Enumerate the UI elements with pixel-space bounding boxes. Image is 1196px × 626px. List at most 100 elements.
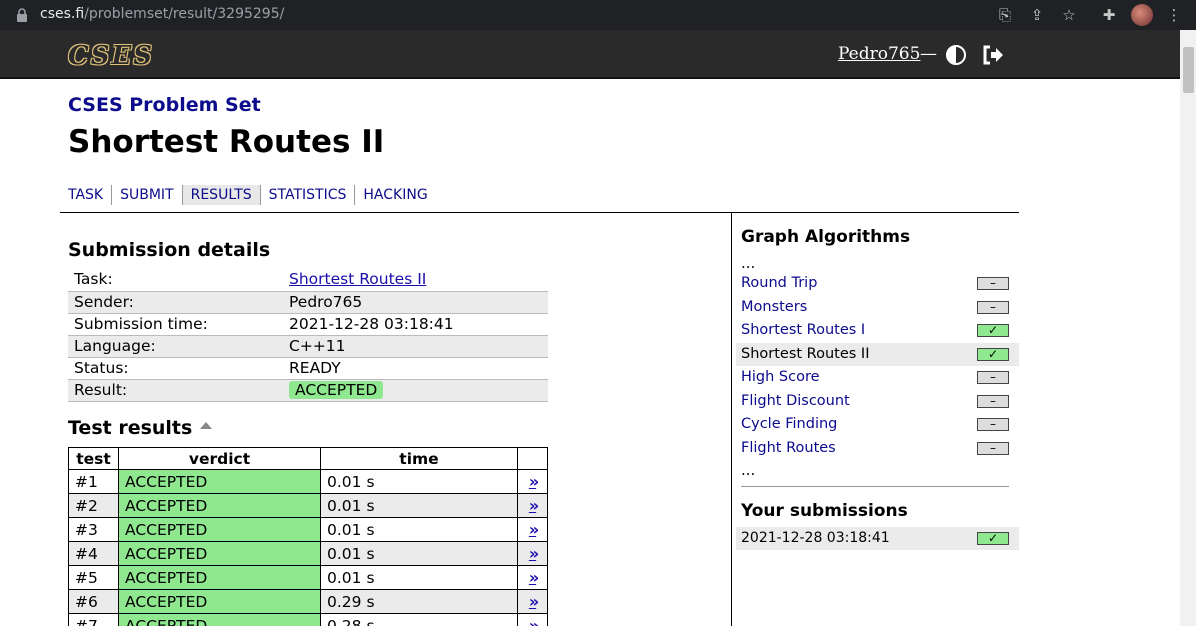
test-link-cell: » — [517, 613, 548, 626]
dash-icon: – — [990, 276, 996, 290]
sidebar-task-link[interactable]: Flight Routes — [741, 440, 836, 456]
translate-icon[interactable]: ⎘ — [996, 6, 1014, 24]
menu-kebab-icon[interactable]: ⋮ — [1165, 6, 1183, 24]
table-row: Task: Shortest Routes II — [68, 269, 548, 292]
column-header-verdict: verdict — [118, 447, 321, 470]
sidebar-task-item[interactable]: Flight Discount – — [736, 390, 1019, 414]
test-link-cell: » — [517, 517, 548, 542]
table-row: #2 ACCEPTED 0.01 s » — [68, 493, 548, 518]
table-row: #4 ACCEPTED 0.01 s » — [68, 541, 548, 566]
cses-logo[interactable]: CSES — [68, 41, 154, 71]
verdict-cell: ACCEPTED — [118, 589, 321, 614]
submission-time-link[interactable]: 2021-12-28 03:18:41 — [741, 530, 890, 546]
test-number: #5 — [68, 565, 119, 590]
task-link[interactable]: Shortest Routes II — [289, 270, 426, 288]
detail-key: Status: — [68, 357, 283, 380]
test-link-cell: » — [517, 565, 548, 590]
dash-icon: – — [990, 370, 996, 384]
lock-icon — [17, 8, 27, 22]
time-cell: 0.01 s — [320, 541, 518, 566]
detail-key: Language: — [68, 335, 283, 358]
status-box: ✓ — [977, 323, 1009, 337]
scrollbar[interactable] — [1180, 30, 1196, 626]
star-icon[interactable]: ☆ — [1060, 6, 1078, 24]
view-test-icon[interactable]: » — [529, 568, 539, 587]
extensions-icon[interactable]: ✚ — [1100, 6, 1118, 24]
tab-results[interactable]: RESULTS — [182, 185, 261, 205]
address-bar[interactable]: cses.fi/problemset/result/3295295/ — [40, 6, 284, 22]
sidebar-task-item[interactable]: High Score – — [736, 366, 1019, 390]
detail-value: Shortest Routes II — [283, 269, 548, 292]
tab-submit[interactable]: SUBMIT — [112, 185, 183, 205]
collapse-triangle-icon[interactable] — [200, 422, 213, 429]
time-cell: 0.29 s — [320, 589, 518, 614]
test-number: #3 — [68, 517, 119, 542]
sidebar-task-item[interactable]: Shortest Routes I ✓ — [736, 319, 1019, 343]
verdict-cell: ACCEPTED — [118, 613, 321, 626]
test-number: #6 — [68, 589, 119, 614]
sidebar-task-item[interactable]: Round Trip – — [736, 272, 1019, 296]
detail-value: ACCEPTED — [283, 379, 548, 402]
detail-key: Submission time: — [68, 313, 283, 336]
status-box: ✓ — [977, 347, 1009, 361]
test-link-cell: » — [517, 469, 548, 494]
table-row: Result: ACCEPTED — [68, 379, 548, 402]
test-number: #2 — [68, 493, 119, 518]
test-results-title: Test results — [68, 417, 193, 439]
dash-icon: – — [990, 440, 996, 455]
detail-key: Sender: — [68, 291, 283, 314]
status-box: ✓ — [977, 531, 1009, 545]
view-test-icon[interactable]: » — [529, 544, 539, 563]
sidebar-task-link[interactable]: Flight Discount — [741, 393, 850, 409]
detail-value: READY — [283, 357, 548, 380]
sidebar-task-link[interactable]: Shortest Routes II — [741, 346, 870, 362]
check-icon: ✓ — [987, 323, 999, 337]
scrollbar-thumb[interactable] — [1183, 47, 1194, 93]
submission-list-item[interactable]: 2021-12-28 03:18:41 ✓ — [736, 527, 1019, 550]
tab-statistics[interactable]: STATISTICS — [261, 185, 356, 205]
test-link-cell: » — [517, 589, 548, 614]
sidebar-task-item[interactable]: Cycle Finding – — [736, 413, 1019, 437]
username-link[interactable]: Pedro765 — [838, 44, 920, 64]
page-title: Shortest Routes II — [68, 124, 385, 160]
time-cell: 0.01 s — [320, 493, 518, 518]
submission-details-heading: Submission details — [68, 239, 271, 261]
view-test-icon[interactable]: » — [529, 592, 539, 611]
sidebar-task-link[interactable]: Shortest Routes I — [741, 322, 865, 338]
profile-avatar[interactable] — [1131, 4, 1153, 26]
sidebar-task-item[interactable]: Monsters – — [736, 296, 1019, 320]
time-cell: 0.28 s — [320, 613, 518, 626]
sidebar-task-link[interactable]: Round Trip — [741, 275, 817, 291]
tab-task[interactable]: TASK — [68, 185, 113, 205]
time-cell: 0.01 s — [320, 517, 518, 542]
status-box: – — [977, 276, 1009, 290]
status-box: – — [977, 300, 1009, 314]
dash-icon: – — [990, 417, 996, 431]
tab-hacking[interactable]: HACKING — [355, 185, 435, 205]
sidebar-task-link[interactable]: Cycle Finding — [741, 416, 837, 432]
time-cell: 0.01 s — [320, 565, 518, 590]
status-box: – — [977, 440, 1009, 455]
verdict-cell: ACCEPTED — [118, 493, 321, 518]
theme-toggle-icon[interactable] — [946, 45, 966, 65]
test-number: #4 — [68, 541, 119, 566]
share-icon[interactable]: ⇪ — [1028, 6, 1046, 24]
table-row: #6 ACCEPTED 0.29 s » — [68, 589, 548, 614]
view-test-icon[interactable]: » — [529, 520, 539, 539]
table-row: Sender: Pedro765 — [68, 291, 548, 314]
sidebar-task-link[interactable]: Monsters — [741, 299, 807, 315]
logout-icon[interactable] — [982, 44, 1004, 66]
view-test-icon[interactable]: » — [529, 472, 539, 491]
test-number: #1 — [68, 469, 119, 494]
detail-key: Task: — [68, 269, 283, 292]
view-test-icon[interactable]: » — [529, 616, 539, 626]
sidebar-title: Graph Algorithms — [741, 227, 911, 247]
problemset-link[interactable]: CSES Problem Set — [68, 94, 261, 116]
column-header-test: test — [68, 447, 119, 470]
verdict-cell: ACCEPTED — [118, 565, 321, 590]
result-badge: ACCEPTED — [289, 380, 384, 399]
sidebar-task-item[interactable]: Shortest Routes II ✓ — [736, 342, 1019, 366]
view-test-icon[interactable]: » — [529, 496, 539, 515]
sidebar-task-link[interactable]: High Score — [741, 369, 820, 385]
sidebar-task-item[interactable]: Flight Routes – — [736, 437, 1019, 461]
